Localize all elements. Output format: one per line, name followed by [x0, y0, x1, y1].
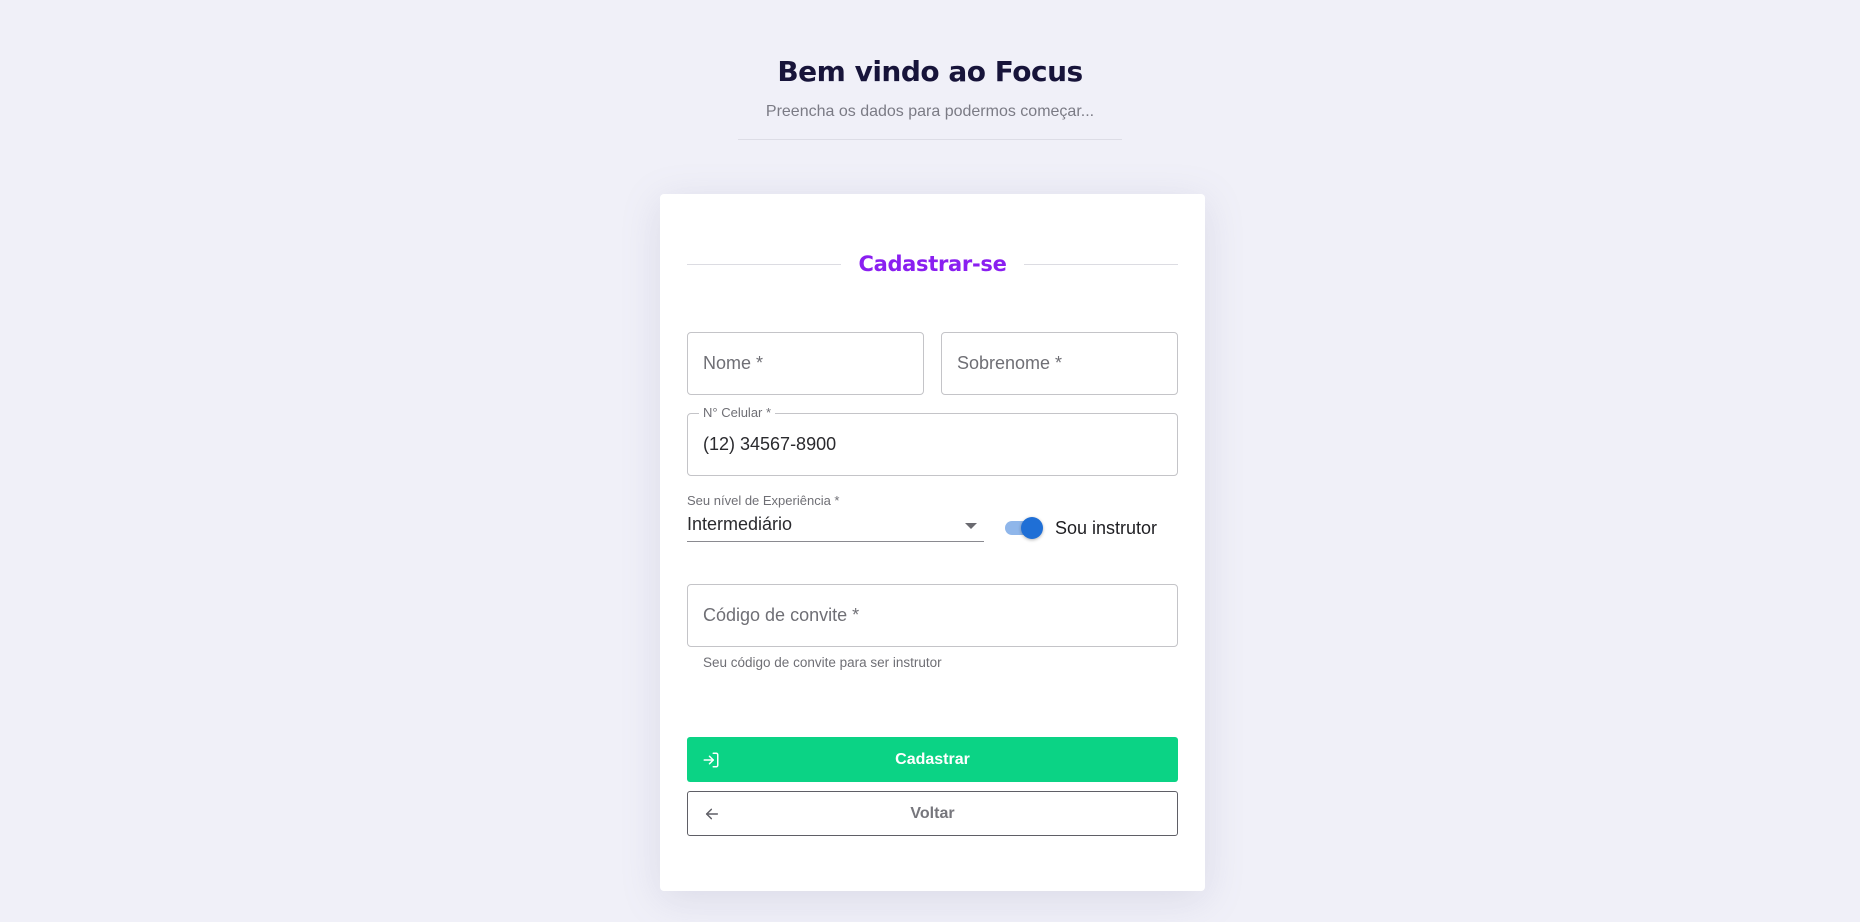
page-subtitle: Preencha os dados para podermos começar.…	[765, 103, 1095, 120]
header-divider	[738, 139, 1122, 140]
page-title: Bem vindo ao Focus	[777, 55, 1083, 88]
divider-left	[687, 263, 842, 265]
invite-code-placeholder: Código de convite *	[703, 605, 860, 625]
experience-select-box[interactable]: Intermediário	[687, 511, 984, 542]
invite-code-field[interactable]: Código de convite *	[687, 584, 1178, 647]
login-icon	[702, 751, 720, 769]
section-title: Cadastrar-se	[858, 252, 1007, 276]
first-name-field[interactable]: Nome *	[687, 332, 924, 395]
submit-button-label: Cadastrar	[895, 750, 970, 768]
instructor-toggle-label: Sou instrutor	[1055, 517, 1158, 538]
experience-label: Seu nível de Experiência *	[687, 493, 840, 508]
back-button[interactable]: Voltar	[687, 791, 1178, 836]
signup-page: Bem vindo ao Focus Preencha os dados par…	[0, 0, 1860, 922]
last-name-placeholder: Sobrenome *	[957, 353, 1063, 373]
section-title-row: Cadastrar-se	[687, 248, 1179, 280]
submit-button[interactable]: Cadastrar	[687, 737, 1178, 782]
signup-card: Cadastrar-se Nome * Sobrenome * N° Celul…	[660, 194, 1205, 891]
back-button-label: Voltar	[910, 804, 955, 822]
toggle-thumb[interactable]	[1021, 517, 1043, 539]
experience-select[interactable]: Seu nível de Experiência * Intermediário	[687, 493, 984, 543]
first-name-placeholder: Nome *	[703, 353, 764, 373]
experience-selected-value: Intermediário	[687, 514, 793, 534]
chevron-down-icon[interactable]	[965, 523, 977, 529]
instructor-toggle[interactable]	[1003, 516, 1045, 540]
phone-value: (12) 34567-8900	[703, 434, 837, 454]
last-name-field[interactable]: Sobrenome *	[941, 332, 1178, 395]
page-header: Bem vindo ao Focus Preencha os dados par…	[0, 52, 1860, 140]
divider-right	[1023, 263, 1179, 265]
invite-code-helper: Seu código de convite para ser instrutor	[703, 655, 942, 670]
arrow-left-icon	[703, 805, 721, 823]
phone-field[interactable]: N° Celular * (12) 34567-8900	[687, 405, 1178, 476]
instructor-toggle-group[interactable]: Sou instrutor	[1003, 514, 1157, 542]
